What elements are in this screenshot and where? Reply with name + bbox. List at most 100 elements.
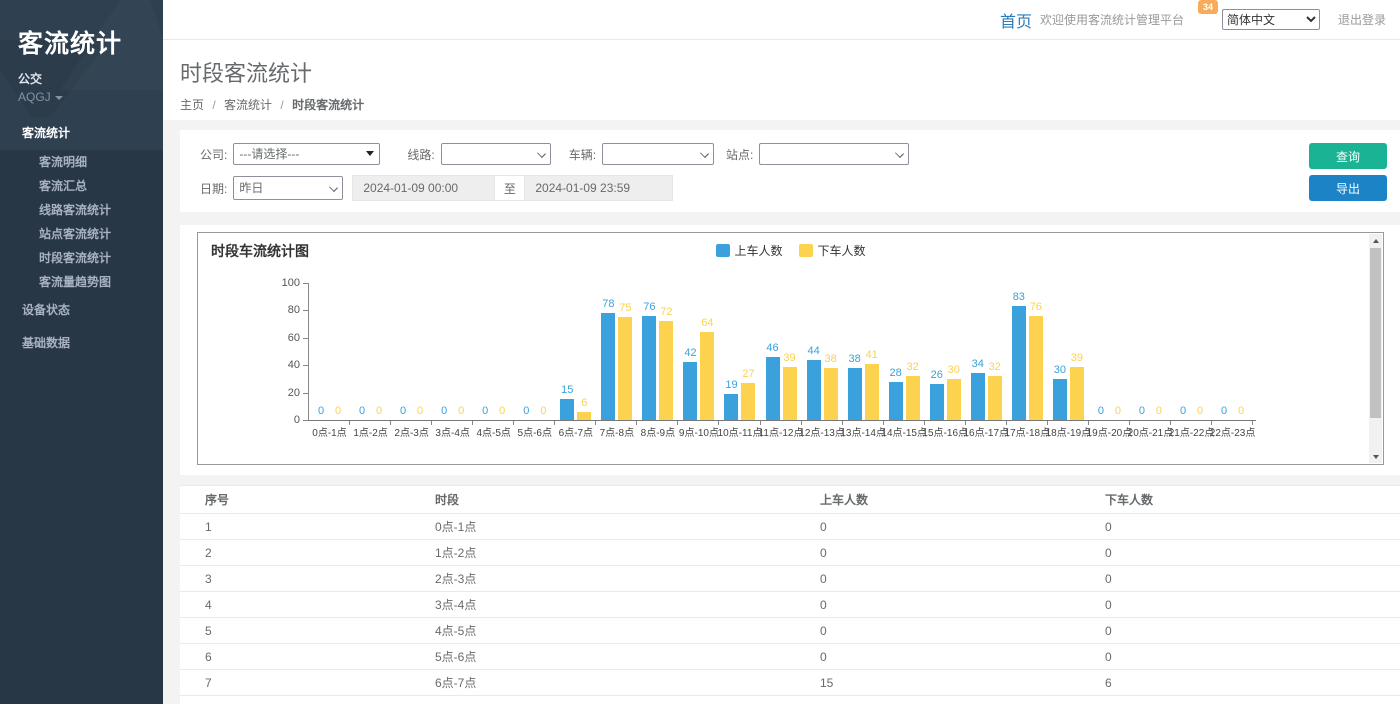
x-axis-label: 11点-12点 [759, 424, 804, 439]
legend-label: 下车人数 [818, 242, 866, 259]
bar-value-label: 83 [1013, 291, 1025, 303]
sidebar-item-device-status[interactable]: 设备状态 [0, 294, 163, 327]
export-button[interactable]: 导出 [1309, 175, 1387, 201]
bar-value-label: 28 [890, 367, 902, 379]
sidebar-item-time-period-passenger-stats[interactable]: 时段客流统计 [0, 246, 163, 270]
y-axis-tick-mark [303, 283, 308, 284]
table-cell: 3 [180, 566, 435, 592]
language-select[interactable]: 简体中文 [1222, 9, 1320, 30]
vehicle-select-wrap [602, 143, 714, 165]
bar-value-label: 0 [400, 405, 406, 417]
sidebar-item-station-passenger-stats[interactable]: 站点客流统计 [0, 222, 163, 246]
bar-group-20: 0020点-21点 [1130, 283, 1171, 420]
sidebar-item-passenger-flow-trend[interactable]: 客流量趋势图 [0, 270, 163, 294]
legend-item-0: 上车人数 [715, 242, 782, 259]
sidebar-item-passenger-detail[interactable]: 客流明细 [0, 150, 163, 174]
breadcrumb-parent[interactable]: 客流统计 [224, 98, 272, 112]
app-logo-title: 客流统计 [18, 24, 163, 60]
bar-boarding: 28 [889, 382, 903, 420]
bar-group-8: 76728点-9点 [637, 283, 678, 420]
company-name: 公交 [18, 70, 163, 87]
bar-value-label: 30 [948, 364, 960, 376]
page-heading: 时段客流统计 主页 / 客流统计 / 时段客流统计 [163, 40, 1400, 120]
x-axis-label: 20点-21点 [1128, 424, 1174, 439]
breadcrumb: 主页 / 客流统计 / 时段客流统计 [180, 96, 1400, 113]
bar-value-label: 0 [1180, 405, 1186, 417]
bar-value-label: 34 [972, 358, 984, 370]
bar-boarding: 26 [930, 384, 944, 420]
date-to-input[interactable] [524, 175, 673, 201]
date-from-input[interactable] [352, 175, 495, 201]
bar-value-label: 0 [499, 405, 505, 417]
table-header-cell: 下车人数 [1105, 486, 1400, 514]
table-cell: 0 [1105, 618, 1400, 644]
bar-boarding: 44 [807, 360, 821, 420]
line-select-wrap [441, 143, 551, 165]
account-dropdown[interactable]: AQGJ [18, 90, 163, 104]
date-preset-wrap: 昨日 [233, 176, 343, 200]
bar-alighting: 38 [824, 368, 838, 420]
sidebar-item-passenger-stats[interactable]: 客流统计 [0, 117, 163, 150]
x-axis-label: 13点-14点 [840, 424, 886, 439]
query-button[interactable]: 查询 [1309, 143, 1387, 169]
filter-row-1: 公司: ---请选择--- 线路: 车辆: [200, 143, 909, 165]
sidebar-item-line-passenger-stats[interactable]: 线路客流统计 [0, 198, 163, 222]
company-select[interactable]: ---请选择--- [233, 143, 380, 165]
bar-group-17: 837617点-18点 [1007, 283, 1048, 420]
station-select[interactable] [759, 143, 909, 165]
date-preset-select[interactable]: 昨日 [233, 176, 343, 200]
bar-group-5: 005点-6点 [514, 283, 555, 420]
language-area: 34 简体中文 [1222, 9, 1320, 30]
bar-boarding: 34 [971, 373, 985, 420]
bar-boarding: 42 [683, 362, 697, 420]
table-header-cell: 时段 [435, 486, 820, 514]
line-select[interactable] [441, 143, 551, 165]
bar-alighting: 30 [947, 379, 961, 420]
chevron-down-icon [55, 96, 63, 100]
scrollbar-thumb[interactable] [1370, 248, 1381, 418]
bar-value-label: 39 [783, 352, 795, 364]
table-cell: 3点-4点 [435, 592, 820, 618]
table-cell: 5 [180, 618, 435, 644]
x-axis-label: 18点-19点 [1046, 424, 1092, 439]
bar-group-22: 0022点-23点 [1212, 283, 1253, 420]
home-link[interactable]: 首页 [1000, 8, 1032, 32]
bar-alighting: 32 [906, 376, 920, 420]
logout-link[interactable]: 退出登录 [1338, 11, 1386, 28]
filter-panel: 公司: ---请选择--- 线路: 车辆: [180, 130, 1400, 212]
scroll-down-arrow-icon[interactable] [1369, 450, 1382, 463]
bar-value-label: 6 [581, 397, 587, 409]
page-title: 时段客流统计 [180, 56, 1400, 88]
vehicle-select[interactable] [602, 143, 714, 165]
y-axis-tick-label: 20 [266, 387, 300, 399]
bar-value-label: 19 [725, 379, 737, 391]
table-header-row: 序号时段上车人数下车人数 [180, 486, 1400, 514]
line-label: 线路: [407, 146, 434, 163]
x-axis-label: 3点-4点 [435, 424, 469, 439]
bar-boarding: 38 [848, 368, 862, 420]
app-root: 客流统计 公交 AQGJ 客流统计客流明细客流汇总线路客流统计站点客流统计时段客… [0, 0, 1400, 704]
table-cell: 0 [1105, 566, 1400, 592]
sidebar-item-base-data[interactable]: 基础数据 [0, 327, 163, 360]
table-cell: 6 [180, 644, 435, 670]
table-cell: 1 [180, 514, 435, 540]
bar-value-label: 0 [1139, 405, 1145, 417]
bar-boarding: 15 [560, 399, 574, 420]
bar-alighting: 27 [741, 383, 755, 420]
breadcrumb-home[interactable]: 主页 [180, 98, 204, 112]
bar-value-label: 78 [602, 298, 614, 310]
x-axis-label: 6点-7点 [559, 424, 593, 439]
table-row: 65点-6点00 [180, 644, 1400, 670]
bar-boarding: 46 [766, 357, 780, 420]
bar-value-label: 0 [1156, 405, 1162, 417]
x-axis-label: 14点-15点 [881, 424, 927, 439]
x-axis-label: 12点-13点 [799, 424, 845, 439]
bar-value-label: 41 [866, 349, 878, 361]
welcome-text: 欢迎使用客流统计管理平台 [1040, 11, 1184, 28]
legend-swatch-icon [799, 244, 813, 257]
sidebar-item-passenger-summary[interactable]: 客流汇总 [0, 174, 163, 198]
bar-value-label: 0 [376, 405, 382, 417]
scroll-up-arrow-icon[interactable] [1369, 234, 1382, 247]
table-cell: 0 [820, 644, 1105, 670]
bar-group-1: 001点-2点 [350, 283, 391, 420]
